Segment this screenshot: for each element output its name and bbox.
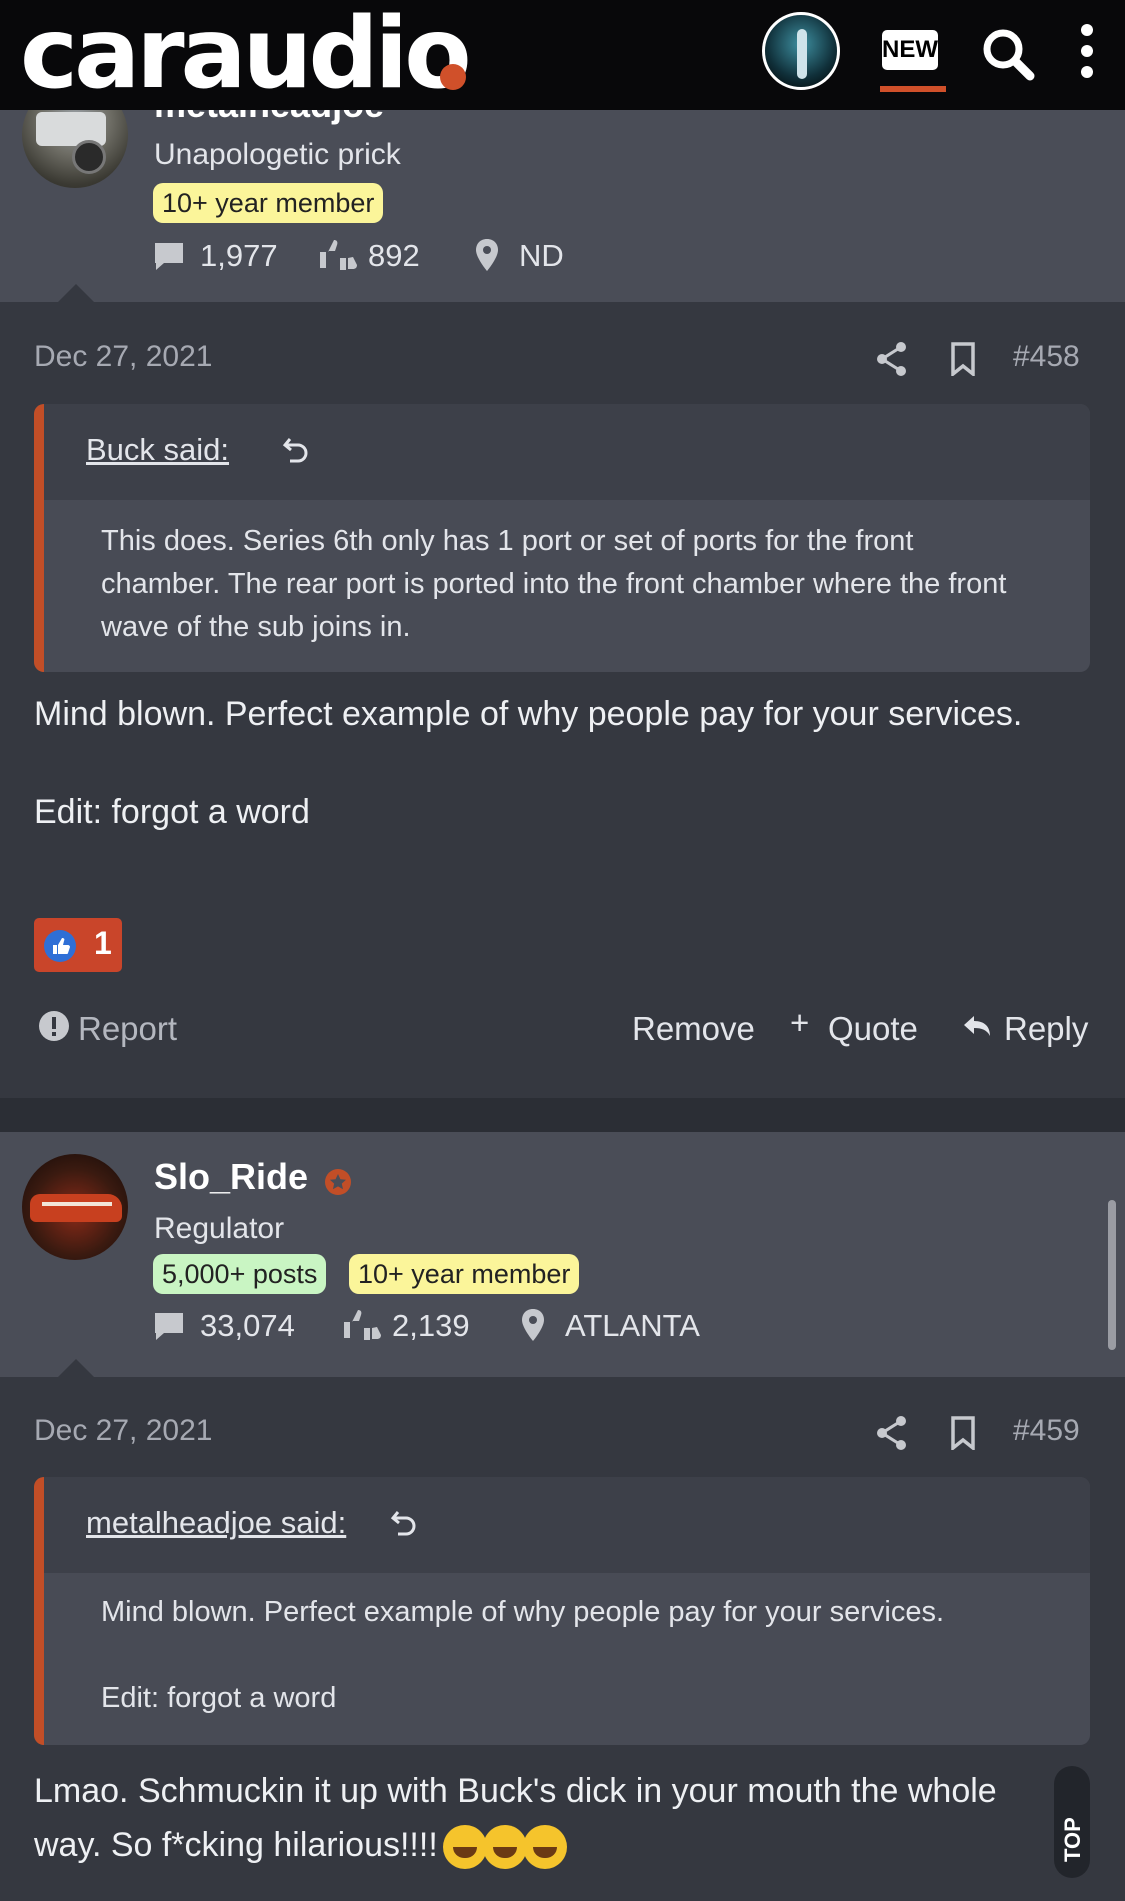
message-count: 33,074 bbox=[200, 1308, 295, 1343]
page-scrollbar[interactable] bbox=[1108, 1200, 1116, 1350]
bookmark-icon[interactable] bbox=[950, 1416, 976, 1450]
logo-dot bbox=[440, 64, 466, 90]
scroll-to-top-button[interactable]: TOP bbox=[1054, 1766, 1090, 1878]
share-icon[interactable] bbox=[874, 1414, 910, 1452]
quote-accent-bar bbox=[34, 1477, 44, 1745]
quote-header: metalheadjoe said: bbox=[44, 1477, 1090, 1573]
quote-edit-line: Edit: forgot a word bbox=[101, 1682, 337, 1714]
reaction-summary[interactable]: 1 bbox=[34, 918, 122, 972]
search-icon[interactable] bbox=[980, 26, 1036, 82]
report-icon[interactable] bbox=[38, 1010, 70, 1042]
quote-accent-bar bbox=[34, 404, 44, 672]
reply-button[interactable]: Reply bbox=[1004, 1010, 1088, 1048]
quote-text: This does. Series 6th only has 1 port or… bbox=[101, 525, 1007, 643]
quote-text: Mind blown. Perfect example of why peopl… bbox=[101, 1591, 1040, 1720]
reaction-count: 1 bbox=[94, 925, 112, 961]
rofl-emoji bbox=[443, 1825, 488, 1870]
staff-star-icon bbox=[325, 1169, 351, 1195]
post-date[interactable]: Dec 27, 2021 bbox=[34, 340, 212, 374]
quote-plus-icon[interactable]: + bbox=[790, 1004, 809, 1042]
message-paragraph: Mind blown. Perfect example of why peopl… bbox=[34, 695, 1023, 733]
location-icon bbox=[476, 239, 498, 271]
location-icon bbox=[522, 1309, 544, 1341]
active-tab-indicator bbox=[880, 86, 946, 92]
message-icon bbox=[155, 243, 183, 270]
user-avatar[interactable] bbox=[22, 1154, 128, 1260]
post-message: Mind blown. Perfect example of why peopl… bbox=[34, 690, 1085, 837]
site-logo[interactable]: caraudio bbox=[20, 4, 472, 104]
quote-button[interactable]: Quote bbox=[828, 1010, 918, 1048]
account-avatar[interactable] bbox=[762, 12, 840, 90]
like-icon bbox=[44, 930, 76, 962]
user-header-slo-ride: Slo_Ride Regulator 5,000+ posts 10+ year… bbox=[0, 1132, 1125, 1377]
user-title: Unapologetic prick bbox=[154, 138, 401, 171]
username[interactable]: Slo_Ride bbox=[154, 1156, 308, 1198]
rofl-emoji bbox=[483, 1825, 528, 1870]
user-title: Regulator bbox=[154, 1212, 285, 1245]
quote-block: Buck said: This does. Series 6th only ha… bbox=[34, 404, 1090, 672]
message-count: 1,977 bbox=[200, 238, 278, 273]
post-number[interactable]: #458 bbox=[1013, 340, 1080, 374]
goto-quote-icon[interactable] bbox=[282, 434, 312, 464]
quote-block: metalheadjoe said: Mind blown. Perfect e… bbox=[34, 1477, 1090, 1745]
location: ND bbox=[519, 238, 564, 273]
quote-line: Mind blown. Perfect example of why peopl… bbox=[101, 1596, 945, 1628]
posts-badge: 5,000+ posts bbox=[153, 1254, 327, 1294]
reply-icon[interactable] bbox=[962, 1014, 992, 1040]
post-pointer bbox=[58, 284, 94, 302]
reaction-count: 892 bbox=[368, 238, 420, 273]
reaction-score-icon bbox=[320, 240, 357, 270]
post-message: Lmao. Schmuckin it up with Buck's dick i… bbox=[34, 1764, 1065, 1872]
report-button[interactable]: Report bbox=[78, 1010, 177, 1048]
member-badge: 10+ year member bbox=[349, 1254, 580, 1294]
message-icon bbox=[155, 1313, 183, 1340]
reaction-count: 2,139 bbox=[392, 1308, 470, 1343]
post-pointer bbox=[58, 1359, 94, 1377]
quote-author-link[interactable]: metalheadjoe said: bbox=[86, 1505, 346, 1541]
goto-quote-icon[interactable] bbox=[390, 1507, 420, 1537]
quote-author-link[interactable]: Buck said: bbox=[86, 432, 229, 468]
site-header: caraudio NEW bbox=[0, 0, 1125, 110]
new-posts-button[interactable]: NEW bbox=[882, 30, 938, 70]
location: ATLANTA bbox=[565, 1308, 700, 1343]
share-icon[interactable] bbox=[874, 340, 910, 378]
quote-header: Buck said: bbox=[44, 404, 1090, 500]
post-number[interactable]: #459 bbox=[1013, 1414, 1080, 1448]
rofl-emoji bbox=[523, 1825, 568, 1870]
remove-button[interactable]: Remove bbox=[632, 1010, 755, 1048]
bookmark-icon[interactable] bbox=[950, 342, 976, 376]
reaction-score-icon bbox=[344, 1310, 381, 1340]
post-divider bbox=[0, 1098, 1125, 1132]
post-date[interactable]: Dec 27, 2021 bbox=[34, 1414, 212, 1448]
more-menu-icon[interactable] bbox=[1078, 24, 1096, 84]
message-edit-line: Edit: forgot a word bbox=[34, 793, 310, 831]
member-badge: 10+ year member bbox=[153, 183, 384, 223]
